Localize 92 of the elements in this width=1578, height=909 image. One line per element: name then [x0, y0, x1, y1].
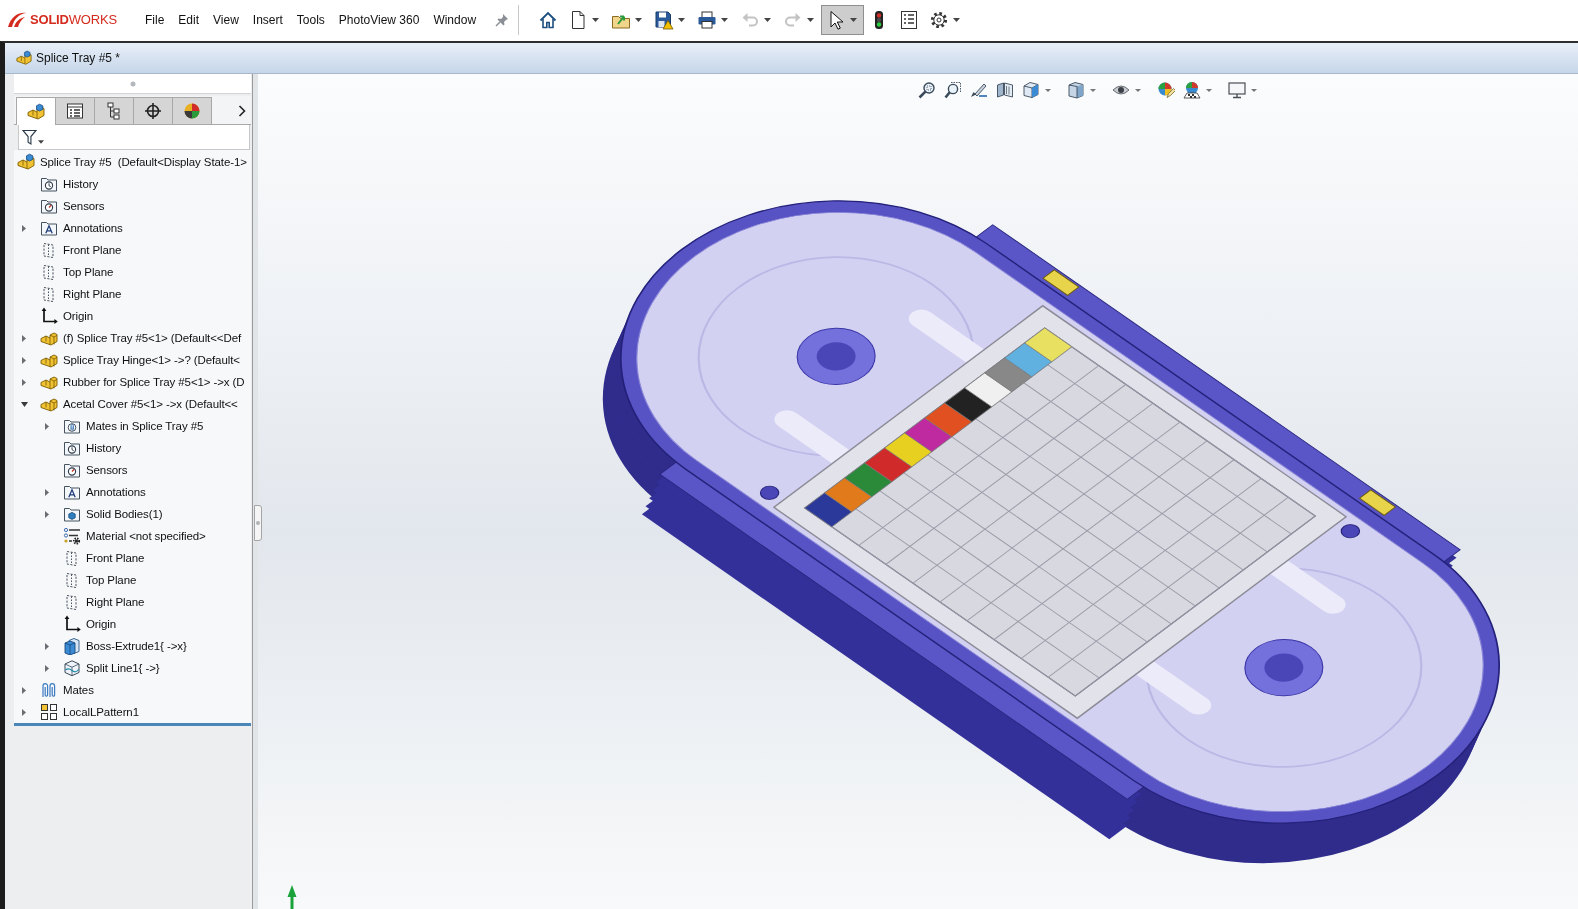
tree-item[interactable]: Boss-Extrude1{ ->x} — [86, 640, 187, 652]
filter-icon — [22, 128, 37, 146]
folder-gauge-icon — [63, 461, 81, 479]
document-title: Splice Tray #5 * — [36, 51, 121, 65]
tree-item[interactable]: History — [86, 442, 122, 454]
previous-view-icon — [970, 81, 988, 99]
crosshair-icon — [144, 102, 162, 120]
menu-item[interactable]: Window — [426, 9, 484, 30]
tree-item[interactable]: Annotations — [63, 222, 123, 234]
menu-item[interactable]: View — [206, 9, 246, 30]
tree-item[interactable]: Solid Bodies(1) — [86, 508, 163, 520]
grip-icon[interactable] — [129, 80, 136, 87]
tree-item[interactable]: Front Plane — [63, 244, 122, 256]
tree-item[interactable]: Origin — [63, 310, 94, 322]
tree-item[interactable]: Origin — [86, 618, 117, 630]
menu-item[interactable]: Edit — [171, 9, 207, 30]
tree-item[interactable]: History — [63, 178, 99, 190]
caret-right-icon[interactable] — [45, 664, 49, 672]
tree-item[interactable]: Sensors — [86, 464, 128, 476]
tree-item[interactable]: Front Plane — [86, 552, 145, 564]
panel-tab[interactable] — [55, 97, 95, 124]
filter-button[interactable] — [22, 128, 44, 146]
tree-item[interactable]: Annotations — [86, 486, 146, 498]
assembly-blocks-icon — [27, 102, 45, 121]
menu-item[interactable]: Tools — [289, 9, 332, 30]
menu-item[interactable]: Insert — [245, 9, 290, 30]
printer-icon — [697, 9, 718, 30]
pin-icon[interactable] — [495, 12, 510, 27]
caret-right-icon[interactable] — [22, 708, 26, 716]
tree-item[interactable]: LocalLPattern1 — [63, 706, 139, 718]
appearance-pencil-icon — [1157, 81, 1175, 99]
zoom-fit-icon — [918, 81, 936, 99]
tree-item[interactable]: Right Plane — [63, 288, 122, 300]
shaded-box-icon — [1067, 81, 1085, 99]
caret-right-icon[interactable] — [22, 356, 26, 364]
appearance-sphere-icon — [183, 102, 201, 120]
tree-item[interactable]: Mates — [63, 684, 94, 696]
monitor-icon — [1228, 81, 1246, 99]
scene-sphere-icon — [1183, 81, 1201, 99]
caret-right-icon[interactable] — [22, 686, 26, 694]
property-list-icon — [66, 102, 84, 120]
tree-item[interactable]: Acetal Cover #5<1> ->x (Default<< — [63, 398, 238, 410]
caret-right-icon[interactable] — [45, 422, 49, 430]
caret-right-icon[interactable] — [45, 510, 49, 518]
material-list-icon — [63, 527, 81, 545]
select-button[interactable] — [821, 4, 865, 35]
tree-item[interactable]: Right Plane — [86, 596, 145, 608]
tree-item[interactable]: Mates in Splice Tray #5 — [86, 420, 204, 432]
folder-clip-icon — [63, 417, 81, 435]
caret-right-icon[interactable] — [22, 334, 26, 342]
tree-item[interactable]: Split Line1{ ->} — [86, 662, 160, 674]
tree-diagram-icon — [105, 102, 123, 120]
tree-item[interactable]: Splice Tray Hinge<1> ->? (Default< — [63, 354, 240, 366]
caret-icon — [38, 139, 44, 144]
caret-right-icon[interactable] — [22, 224, 26, 232]
folder-gauge-icon — [40, 197, 58, 215]
cube-icon — [1022, 81, 1040, 99]
folder-letter-icon — [40, 219, 58, 237]
caret-right-icon[interactable] — [22, 378, 26, 386]
tree-item[interactable]: Material <not specified> — [86, 530, 206, 542]
folder-clock-icon — [40, 175, 58, 193]
caret-down-icon[interactable] — [21, 401, 28, 407]
panel-tab[interactable] — [133, 97, 173, 124]
panel-tab[interactable] — [172, 97, 212, 124]
tree-item[interactable]: Rubber for Splice Tray #5<1> ->x (D — [63, 376, 245, 388]
axes-icon — [40, 307, 58, 325]
folder-letter-icon — [63, 483, 81, 501]
section-view-icon — [996, 81, 1014, 99]
extrude-cube-icon — [63, 637, 81, 655]
split-line-icon — [63, 659, 81, 677]
tree-item[interactable]: Top Plane — [86, 574, 137, 586]
axes-icon — [63, 615, 81, 633]
caret-right-icon[interactable] — [45, 488, 49, 496]
axis-arrow-icon — [287, 885, 297, 909]
app-logo: SOLIDWORKS — [30, 12, 117, 27]
tree-item[interactable]: (f) Splice Tray #5<1> (Default<<Def — [63, 332, 242, 344]
tree-item[interactable]: Top Plane — [63, 266, 114, 278]
assembly-blocks-icon — [17, 153, 35, 171]
menu-item[interactable]: PhotoView 360 — [331, 9, 427, 30]
home-icon — [538, 9, 559, 30]
tree-item[interactable]: Splice Tray #5 (Default<Display State-1> — [40, 156, 247, 168]
ds-logo-icon — [7, 10, 27, 29]
menu-item[interactable]: File — [138, 9, 172, 30]
caret-right-icon[interactable] — [45, 642, 49, 650]
folder-cube-icon — [63, 505, 81, 523]
assembly-blocks-icon — [16, 50, 32, 66]
folder-clock-icon — [63, 439, 81, 457]
tree-item[interactable]: Sensors — [63, 200, 105, 212]
paperclip-icon — [40, 681, 58, 699]
zoom-area-icon — [944, 81, 962, 99]
list-icon — [899, 9, 920, 30]
settings-icon — [929, 9, 950, 30]
